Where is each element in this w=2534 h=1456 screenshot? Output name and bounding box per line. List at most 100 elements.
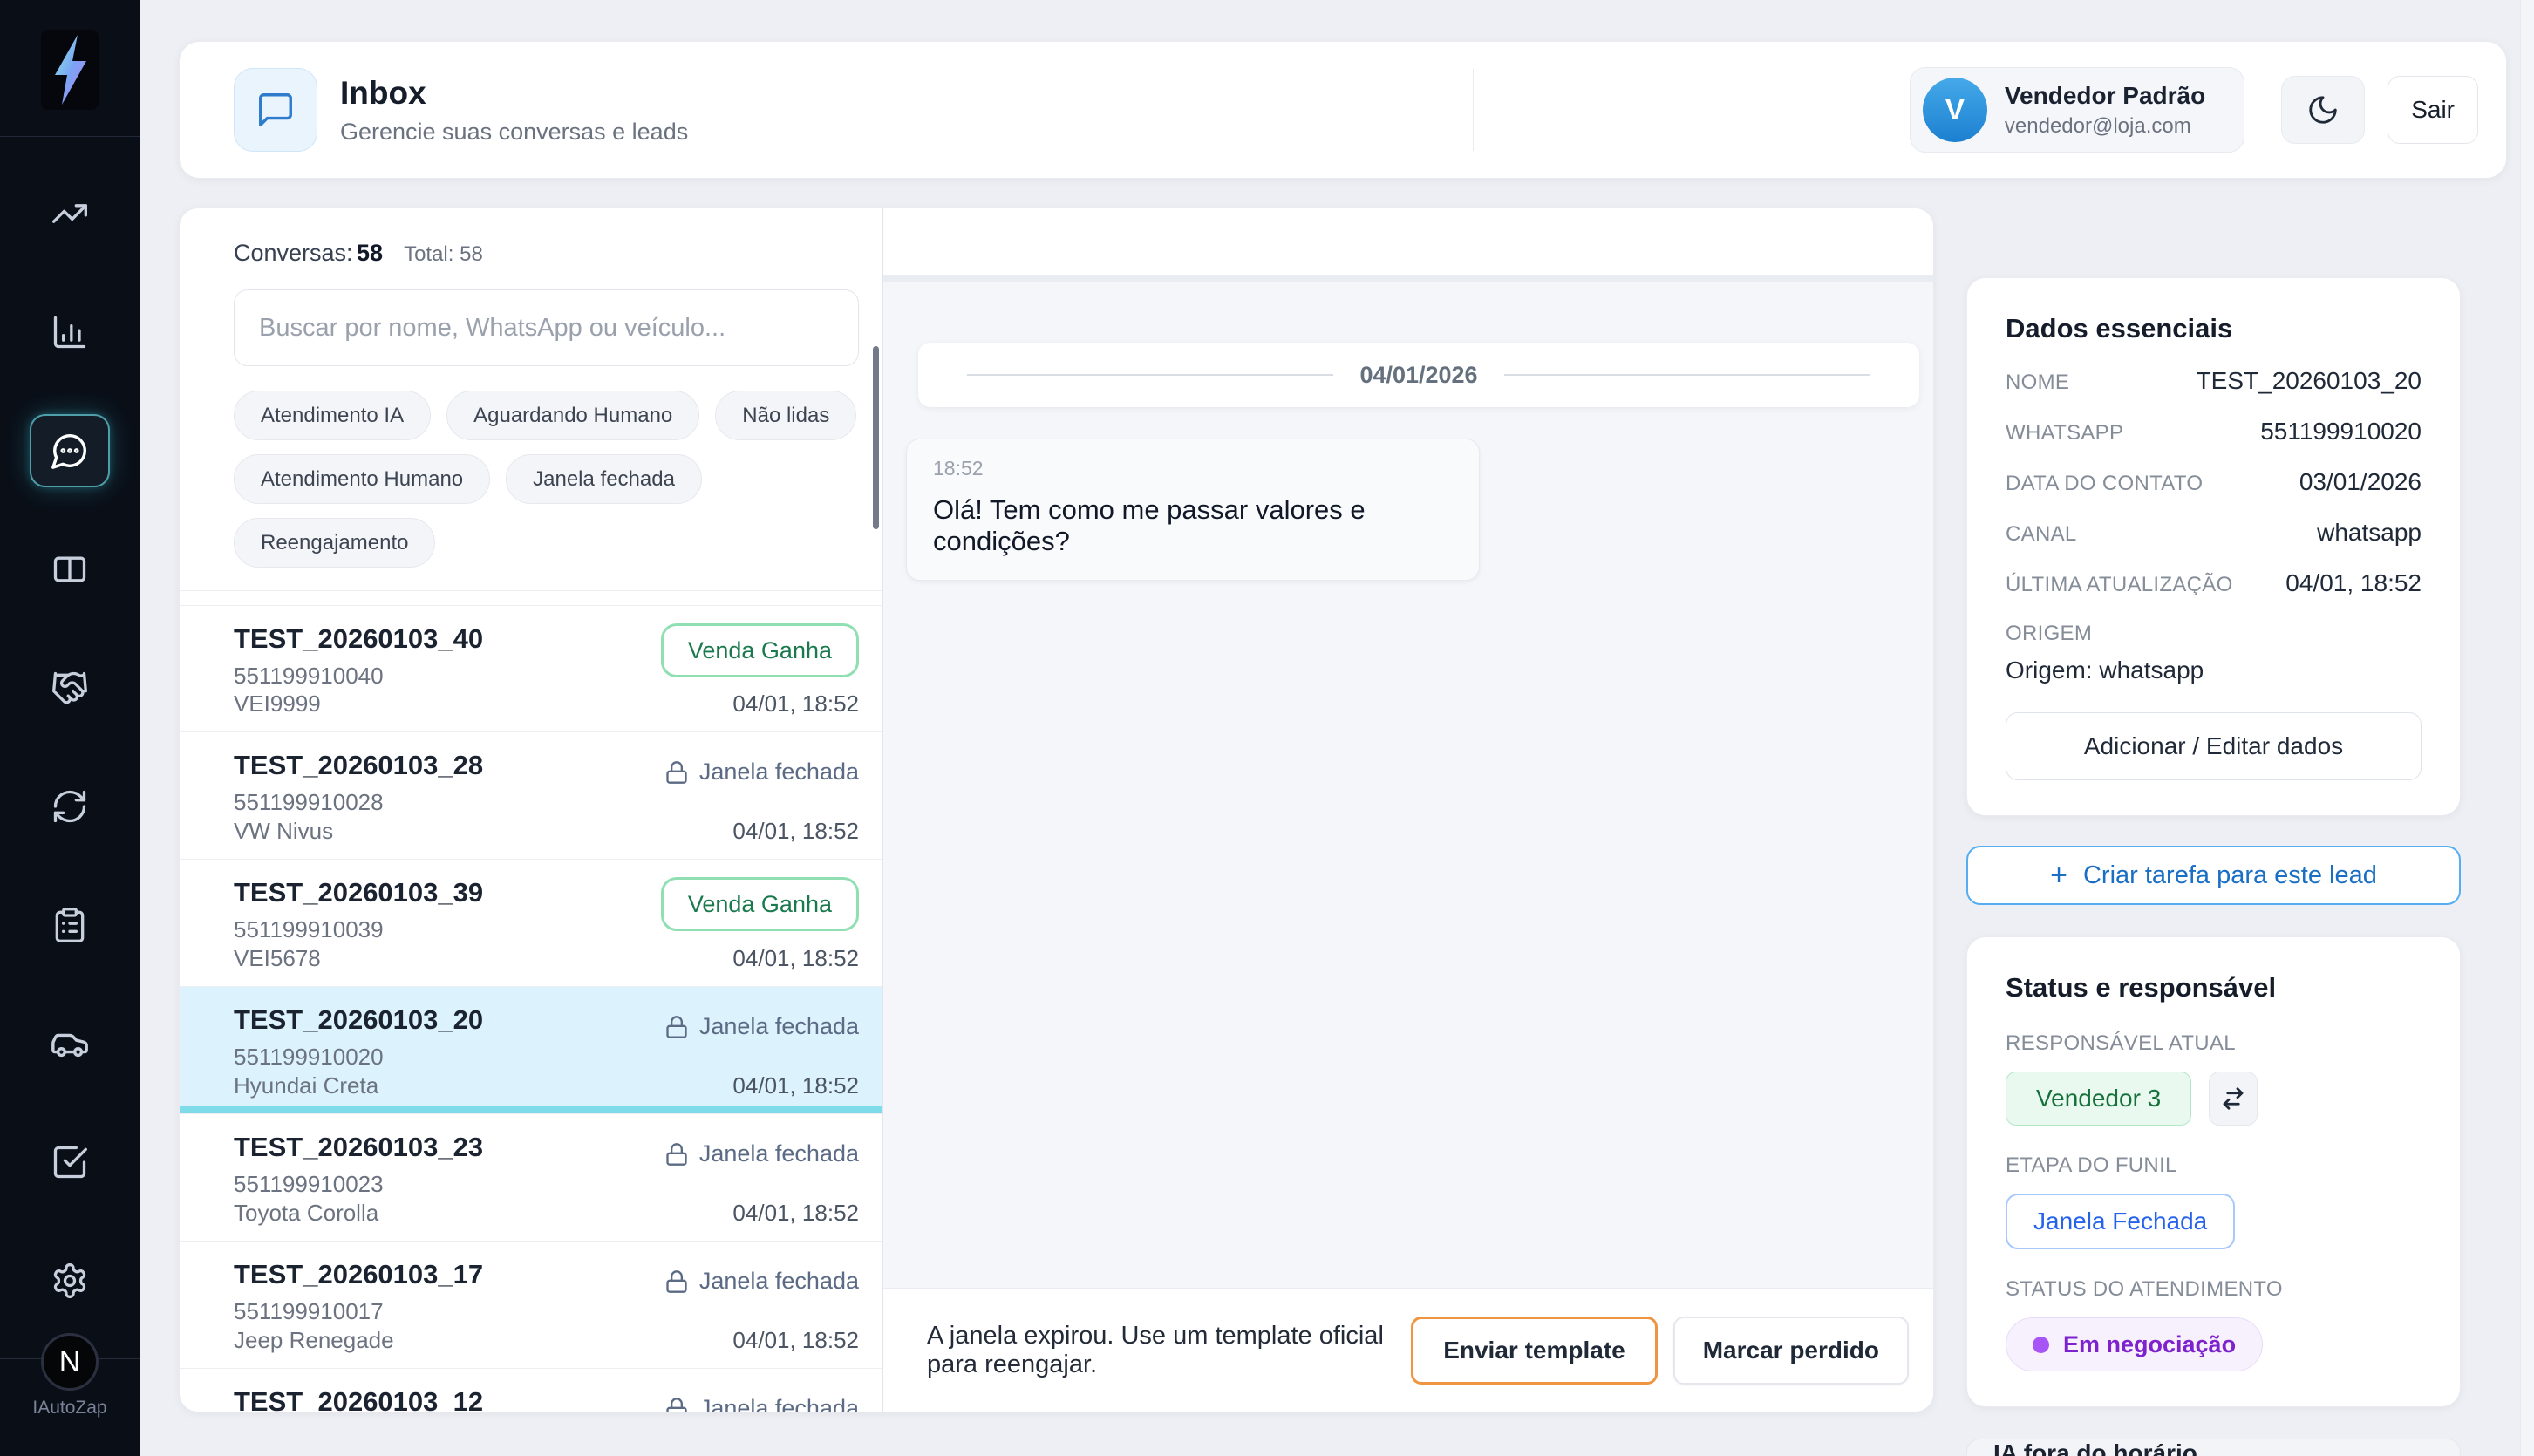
nav-sync-refresh-icon[interactable] [30, 770, 110, 843]
field-label: ÚLTIMA ATUALIZAÇÃO [2006, 573, 2233, 597]
service-status-pill[interactable]: Em negociação [2006, 1317, 2263, 1371]
conversations-total-label: Total: [404, 242, 453, 266]
user-avatar: V [1923, 78, 1987, 142]
filter-chip-reengajamento[interactable]: Reengajamento [234, 518, 435, 568]
sidebar: N IAutoZap [0, 0, 140, 1456]
filter-chip-atendimento-ia[interactable]: Atendimento IA [234, 391, 431, 440]
plus-icon: + [2050, 859, 2067, 893]
mark-lost-button[interactable]: Marcar perdido [1673, 1317, 1909, 1385]
origin-value: Origem: whatsapp [2006, 657, 2422, 684]
essential-data-title: Dados essenciais [2006, 313, 2422, 344]
filter-chip-nao-lidas[interactable]: Não lidas [715, 391, 856, 440]
conversation-vehicle: VW Nivus [234, 818, 483, 845]
conversation-name: TEST_20260103_12 [234, 1386, 483, 1412]
status-dot [2033, 1337, 2049, 1353]
field-label: WHATSAPP [2006, 421, 2123, 446]
lead-details-panel: Dados essenciais NOME TEST_20260103_20 W… [1966, 277, 2461, 1456]
field-value: 04/01, 18:52 [2285, 569, 2422, 597]
nav-tasks-clipboard-list-icon[interactable] [30, 888, 110, 962]
ai-after-hours-card: IA fora do horário Responde apenas fora … [1966, 1439, 2461, 1456]
list-scrollbar[interactable] [873, 346, 879, 529]
conversation-item[interactable]: TEST_20260103_17 551199910017 Jeep Reneg… [180, 1242, 882, 1369]
lock-icon [664, 1269, 689, 1294]
theme-toggle-button[interactable] [2281, 76, 2365, 144]
conversation-phone: 551199910017 [234, 1298, 483, 1325]
filter-chip-atendimento-humano[interactable]: Atendimento Humano [234, 454, 490, 504]
filter-chip-aguardando-humano[interactable]: Aguardando Humano [446, 391, 699, 440]
message-text: Olá! Tem como me passar valores e condiç… [933, 494, 1453, 557]
conversation-list: TEST_20260103_40 551199910040 VEI9999 Ve… [180, 591, 882, 1412]
brand-avatar[interactable]: N [41, 1333, 99, 1391]
edit-data-button[interactable]: Adicionar / Editar dados [2006, 712, 2422, 780]
filter-chip-janela-fechada[interactable]: Janela fechada [506, 454, 702, 504]
header-divider [1473, 69, 1474, 151]
incoming-message-bubble: 18:52 Olá! Tem como me passar valores e … [906, 439, 1480, 581]
conversation-vehicle: Hyundai Creta [234, 1072, 483, 1099]
ai-card-title: IA fora do horário [1993, 1439, 2275, 1456]
status-window-closed: Janela fechada [664, 759, 859, 786]
user-menu[interactable]: V Vendedor Padrão vendedor@loja.com [1910, 67, 2244, 153]
nav-kanban-columns-icon[interactable] [30, 533, 110, 606]
lock-icon [664, 1015, 689, 1039]
sidebar-divider [0, 136, 140, 137]
swap-owner-button[interactable] [2209, 1072, 2258, 1126]
conversation-phone: 551199910028 [234, 789, 483, 816]
owner-chip[interactable]: Vendedor 3 [2006, 1072, 2191, 1126]
field-value: 551199910020 [2260, 418, 2422, 446]
field-label: NOME [2006, 371, 2069, 395]
conversation-phone: 551199910039 [234, 916, 483, 943]
inbox-chat-bubble-icon [234, 68, 317, 152]
status-window-closed: Janela fechada [664, 1140, 859, 1167]
nav-deals-handshake-icon[interactable] [30, 651, 110, 725]
status-window-closed: Janela fechada [664, 1268, 859, 1295]
funnel-label: ETAPA DO FUNIL [2006, 1153, 2422, 1178]
conversation-phone: 551199910023 [234, 1171, 483, 1198]
page-subtitle: Gerencie suas conversas e leads [340, 119, 688, 146]
conversation-item-selected[interactable]: TEST_20260103_20 551199910020 Hyundai Cr… [180, 987, 882, 1114]
conversation-name: TEST_20260103_28 [234, 750, 483, 781]
conversation-time: 04/01, 18:52 [732, 945, 859, 972]
sidebar-nav [30, 177, 110, 1317]
chat-date-separator: 04/01/2026 [918, 343, 1919, 407]
conversation-item[interactable]: TEST_20260103_12 551199910012 Janela fec… [180, 1369, 882, 1412]
chat-panel: 04/01/2026 18:52 Olá! Tem como me passar… [882, 208, 1933, 1412]
conversation-item[interactable]: TEST_20260103_40 551199910040 VEI9999 Ve… [180, 605, 882, 732]
swap-arrows-icon [2220, 1085, 2246, 1112]
send-template-button[interactable]: Enviar template [1411, 1317, 1658, 1385]
conversations-total: 58 [460, 242, 483, 266]
conversation-time: 04/01, 18:52 [732, 818, 859, 845]
funnel-stage-chip[interactable]: Janela Fechada [2006, 1194, 2235, 1249]
conversation-name: TEST_20260103_17 [234, 1259, 483, 1290]
content-area: Conversas: 58 Total: 58 Atendimento IA A… [179, 208, 1934, 1412]
nav-approvals-check-square-icon[interactable] [30, 1126, 110, 1199]
logout-button[interactable]: Sair [2388, 76, 2478, 144]
filter-chips: Atendimento IA Aguardando Humano Não lid… [234, 391, 859, 568]
create-task-button[interactable]: + Criar tarefa para este lead [1966, 846, 2461, 905]
lock-icon [664, 1397, 689, 1412]
search-input[interactable] [234, 289, 859, 366]
chat-date: 04/01/2026 [1359, 362, 1477, 389]
nav-dashboard-trending-up-icon[interactable] [30, 177, 110, 250]
conversation-item[interactable]: TEST_20260103_39 551199910039 VEI5678 Ve… [180, 860, 882, 987]
message-time: 18:52 [933, 457, 1453, 480]
nav-reports-bar-chart-icon[interactable] [30, 296, 110, 369]
status-window-closed: Janela fechada [664, 1013, 859, 1040]
nav-vehicles-car-icon[interactable] [30, 1007, 110, 1080]
create-task-label: Criar tarefa para este lead [2083, 861, 2377, 890]
conversation-vehicle: VEI9999 [234, 691, 483, 718]
conversation-time: 04/01, 18:52 [732, 691, 859, 718]
lock-icon [664, 760, 689, 785]
chat-messages: 04/01/2026 18:52 Olá! Tem como me passar… [883, 282, 1933, 1288]
conversation-name: TEST_20260103_20 [234, 1004, 483, 1036]
page-scrollbar-track[interactable] [2520, 0, 2534, 1456]
conversation-list-header: Conversas: 58 Total: 58 Atendimento IA A… [180, 208, 882, 591]
nav-inbox-chat-icon[interactable] [30, 414, 110, 487]
conversation-item[interactable]: TEST_20260103_23 551199910023 Toyota Cor… [180, 1114, 882, 1242]
origin-label: ORIGEM [2006, 622, 2422, 646]
conversation-phone: 551199910020 [234, 1044, 483, 1071]
nav-settings-gear-icon[interactable] [30, 1244, 110, 1317]
conversation-item[interactable]: TEST_20260103_28 551199910028 VW Nivus J… [180, 732, 882, 860]
conversation-list-panel: Conversas: 58 Total: 58 Atendimento IA A… [180, 208, 882, 1412]
sidebar-brand-footer: N IAutoZap [0, 1358, 140, 1456]
field-value: TEST_20260103_20 [2197, 367, 2422, 395]
